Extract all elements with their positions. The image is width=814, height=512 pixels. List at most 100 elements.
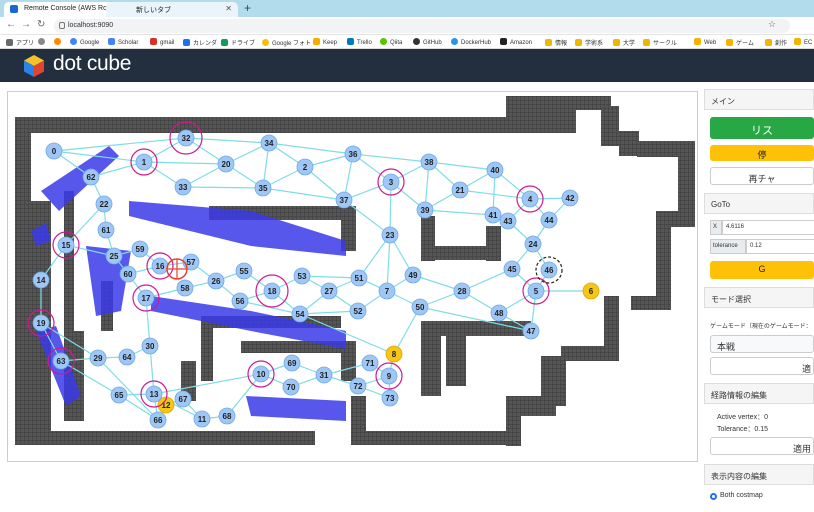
graph-node[interactable]: 22 bbox=[95, 195, 113, 213]
graph-node[interactable]: 27 bbox=[320, 282, 338, 300]
graph-node[interactable]: 73 bbox=[381, 389, 399, 407]
graph-node[interactable]: 58 bbox=[176, 279, 194, 297]
graph-node[interactable]: 46 bbox=[535, 256, 563, 284]
graph-node[interactable]: 56 bbox=[231, 292, 249, 310]
bookmark-settings[interactable] bbox=[38, 38, 48, 46]
mode-apply-button[interactable]: 適 bbox=[710, 357, 814, 375]
bookmark-star-icon[interactable]: ☆ bbox=[768, 19, 776, 30]
graph-node[interactable]: 51 bbox=[350, 269, 368, 287]
tolerance-input[interactable]: 0.12 bbox=[746, 239, 814, 254]
stop-button[interactable]: 停 bbox=[710, 145, 814, 161]
mode-select[interactable]: 本戦 bbox=[710, 335, 814, 353]
graph-node[interactable]: 41 bbox=[484, 206, 502, 224]
graph-node[interactable]: 38 bbox=[420, 153, 438, 171]
graph-node[interactable]: 35 bbox=[254, 179, 272, 197]
graph-node[interactable]: 65 bbox=[110, 386, 128, 404]
graph-node[interactable]: 71 bbox=[361, 354, 379, 372]
bookmark-dockerhub[interactable]: DockerHub bbox=[451, 38, 491, 46]
graph-node[interactable]: 48 bbox=[490, 304, 508, 322]
bookmark-keep[interactable]: Keep bbox=[313, 38, 337, 46]
graph-node[interactable]: 0 bbox=[45, 142, 63, 160]
map-panel[interactable]: 0 1 2 3 4 5 6 7 8 9 10 11 12 13 14 15 16 17 18 19 20 21 22 23 24… bbox=[7, 91, 698, 462]
graph-node[interactable]: 49 bbox=[404, 266, 422, 284]
bookmark-folder-info[interactable]: 情報 bbox=[545, 38, 567, 47]
graph-node[interactable]: 6 bbox=[582, 282, 600, 300]
bookmark-folder-creative[interactable]: 創作 bbox=[765, 38, 787, 47]
new-tab-icon[interactable]: + bbox=[244, 1, 251, 15]
bookmark-folder-ec[interactable]: EC bbox=[794, 38, 812, 46]
graph-node[interactable]: 53 bbox=[293, 267, 311, 285]
graph-node[interactable]: 7 bbox=[378, 282, 396, 300]
graph-node[interactable]: 59 bbox=[131, 240, 149, 258]
forward-icon[interactable]: → bbox=[21, 19, 31, 30]
bookmark-scholar[interactable]: Scholar bbox=[108, 38, 138, 46]
route-apply-button[interactable]: 適用 bbox=[710, 437, 814, 455]
bookmark-amazon[interactable]: Amazon bbox=[500, 38, 532, 46]
bookmark-photos[interactable]: Google フォト bbox=[262, 38, 311, 47]
graph-node[interactable]: 39 bbox=[416, 201, 434, 219]
bookmark-apps[interactable]: アプリ bbox=[6, 38, 34, 47]
graph-node[interactable]: 55 bbox=[235, 262, 253, 280]
graph-node[interactable]: 45 bbox=[503, 260, 521, 278]
graph-node[interactable]: 70 bbox=[282, 378, 300, 396]
both-costmap-radio[interactable] bbox=[710, 493, 717, 500]
graph-node[interactable]: 14 bbox=[32, 271, 50, 289]
graph-node[interactable]: 29 bbox=[89, 349, 107, 367]
graph-node[interactable]: 36 bbox=[344, 145, 362, 163]
graph-node[interactable]: 23 bbox=[381, 226, 399, 244]
reload-icon[interactable]: ↻ bbox=[37, 19, 45, 30]
graph-node[interactable]: 31 bbox=[315, 366, 333, 384]
graph-node[interactable]: 40 bbox=[486, 161, 504, 179]
graph-node[interactable]: 52 bbox=[349, 302, 367, 320]
bookmark-drive[interactable]: ドライブ bbox=[221, 38, 255, 47]
graph-node[interactable]: 47 bbox=[522, 322, 540, 340]
bookmark-orange[interactable] bbox=[54, 38, 64, 46]
graph-node[interactable]: 42 bbox=[561, 189, 579, 207]
x-input[interactable]: 4.6116 bbox=[722, 220, 814, 235]
close-tab-icon[interactable]: ✕ bbox=[225, 4, 232, 13]
back-icon[interactable]: ← bbox=[6, 19, 16, 30]
url-field[interactable]: localhost:9090 bbox=[54, 19, 790, 33]
bookmark-gmail[interactable]: gmail bbox=[150, 38, 174, 46]
graph-node[interactable]: 44 bbox=[540, 211, 558, 229]
graph-node[interactable]: 69 bbox=[283, 354, 301, 372]
graph-node[interactable]: 62 bbox=[82, 168, 100, 186]
bookmark-folder-academic[interactable]: 学術系 bbox=[575, 38, 603, 47]
graph-node[interactable]: 30 bbox=[141, 337, 159, 355]
bookmark-github[interactable]: GitHub bbox=[413, 38, 442, 46]
graph-node[interactable]: 61 bbox=[97, 221, 115, 239]
rechallenge-button[interactable]: 再チャ bbox=[710, 167, 814, 185]
bookmark-qiita[interactable]: Qiita bbox=[380, 38, 402, 46]
graph-node[interactable]: 64 bbox=[118, 348, 136, 366]
tab-new-tab[interactable]: 新しいタブ ✕ bbox=[106, 2, 238, 17]
graph-node[interactable]: 72 bbox=[349, 377, 367, 395]
graph-node[interactable]: 21 bbox=[451, 181, 469, 199]
bookmark-folder-game[interactable]: ゲーム bbox=[726, 38, 754, 47]
graph-node[interactable]: 54 bbox=[291, 305, 309, 323]
graph-node[interactable]: 24 bbox=[524, 235, 542, 253]
graph-node[interactable]: 26 bbox=[207, 272, 225, 290]
graph-node[interactable]: 66 bbox=[149, 411, 167, 429]
bookmark-folder-university[interactable]: 大学 bbox=[613, 38, 635, 47]
graph-node[interactable]: 37 bbox=[335, 191, 353, 209]
map-canvas[interactable]: 012345 6789101112131415161718192021222324… bbox=[8, 92, 698, 462]
graph-node[interactable]: 2 bbox=[296, 158, 314, 176]
graph-node[interactable]: 43 bbox=[499, 212, 517, 230]
graph-node[interactable]: 28 bbox=[453, 282, 471, 300]
bookmark-google[interactable]: Google bbox=[70, 38, 99, 46]
graph-node[interactable]: 10 bbox=[247, 360, 275, 388]
graph-node[interactable]: 67 bbox=[174, 390, 192, 408]
graph-node[interactable]: 68 bbox=[218, 407, 236, 425]
graph-node[interactable]: 20 bbox=[217, 155, 235, 173]
graph-node[interactable]: 50 bbox=[411, 298, 429, 316]
bookmark-calendar[interactable]: カレンダ bbox=[183, 38, 217, 47]
graph-node[interactable]: 57 bbox=[182, 253, 200, 271]
graph-node[interactable]: 34 bbox=[260, 134, 278, 152]
bookmark-folder-circle[interactable]: サークル bbox=[643, 38, 677, 47]
graph-node[interactable]: 11 bbox=[193, 410, 211, 428]
graph-node[interactable]: 18 bbox=[255, 274, 289, 308]
graph-node[interactable]: 8 bbox=[385, 345, 403, 363]
listen-button[interactable]: リス bbox=[710, 117, 814, 139]
graph-node[interactable]: 33 bbox=[174, 178, 192, 196]
bookmark-trello[interactable]: Trello bbox=[347, 38, 372, 46]
